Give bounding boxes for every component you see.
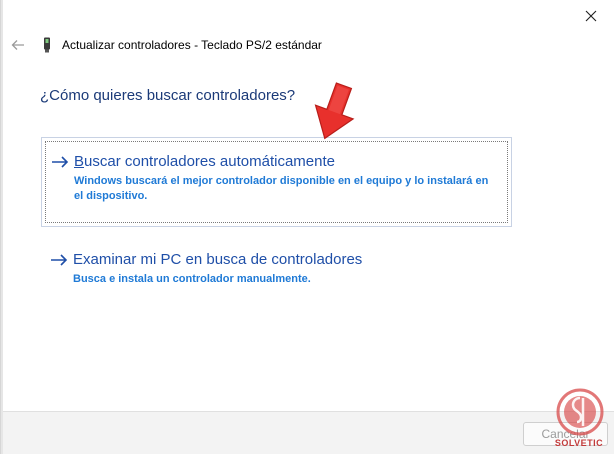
option-description: Busca e instala un controlador manualmen…: [73, 273, 311, 285]
back-arrow-icon: [11, 40, 24, 50]
option-title: Examinar mi PC en busca de controladores: [73, 251, 363, 268]
back-button[interactable]: [4, 32, 32, 58]
window-left-edge: [1, 0, 3, 454]
dialog-title: Actualizar controladores - Teclado PS/2 …: [62, 38, 322, 52]
option-text: Buscar controladores automáticamente Win…: [74, 152, 507, 222]
option-title-rest: uscar controladores automáticamente: [84, 153, 335, 170]
access-key-letter: B: [74, 153, 85, 170]
option-browse-my-pc[interactable]: Examinar mi PC en busca de controladores…: [41, 248, 512, 294]
focus-rectangle: Buscar controladores automáticamente Win…: [45, 141, 508, 223]
dialog-header: Actualizar controladores - Teclado PS/2 …: [1, 32, 561, 58]
red-pointer-arrow: [314, 82, 355, 140]
close-button[interactable]: [568, 0, 614, 32]
option-description: Windows buscará el mejor controlador dis…: [74, 175, 489, 202]
search-question-heading: ¿Cómo quieres buscar controladores?: [40, 87, 296, 104]
option-text: Examinar mi PC en busca de controladores…: [73, 250, 512, 294]
option-title: Buscar controladores automáticamente: [74, 152, 507, 171]
close-icon: [585, 10, 597, 22]
dialog-footer: Cancelar: [3, 411, 614, 454]
watermark-text: SOLVETIC: [554, 438, 604, 448]
right-arrow-icon: [46, 152, 74, 222]
option-search-automatically[interactable]: Buscar controladores automáticamente Win…: [41, 137, 512, 227]
right-arrow-icon: [45, 250, 73, 294]
keyboard-device-icon: [40, 36, 54, 54]
update-drivers-window: Actualizar controladores - Teclado PS/2 …: [0, 0, 614, 454]
